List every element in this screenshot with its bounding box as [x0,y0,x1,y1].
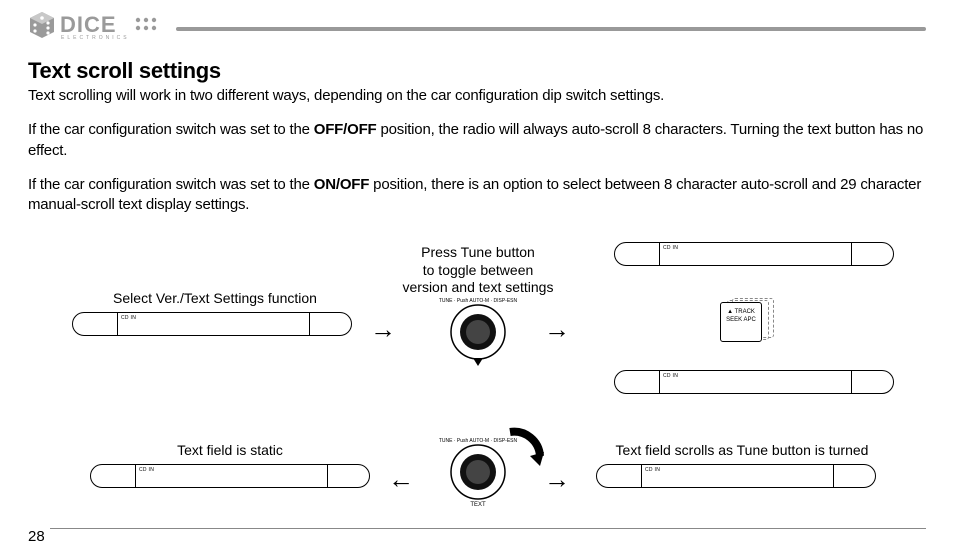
p3-a: If the car configuration switch was set … [28,176,314,193]
p2-a: If the car configuration switch was set … [28,121,314,138]
p3-bold: ON/OFF [314,176,369,193]
radio-display-mid-right: CD IN [614,370,894,394]
header-rule [176,27,926,31]
cdin-label: CD IN [139,467,154,473]
radio-display-1: CD IN [72,312,352,336]
cdin-label: CD IN [645,467,660,473]
caption-press-tune: Press Tune button to toggle between vers… [378,244,578,297]
radio-display-top-right: CD IN [614,242,894,266]
svg-text:ELECTRONICS: ELECTRONICS [61,35,130,41]
dice-logo: DICE ELECTRONICS [28,10,168,49]
arrow-icon: → [544,316,570,342]
radio-display-scroll: CD IN [596,464,876,488]
arrow-icon: → [370,316,396,342]
page-header: DICE ELECTRONICS [28,10,926,48]
offoff-paragraph: If the car configuration switch was set … [28,120,926,161]
radio-display-static: CD IN [90,464,370,488]
manual-page: DICE ELECTRONICS Text scroll settings Te… [0,0,954,557]
intro-paragraph: Text scrolling will work in two differen… [28,86,926,106]
arrow-icon: ← [388,466,414,492]
cdin-label: CD IN [121,315,136,321]
svg-text:DICE: DICE [60,12,117,37]
track-seek-button: ▲ TRACK SEEK APC [720,302,762,342]
caption-static: Text field is static [140,442,320,460]
page-number: 28 [28,528,45,545]
onoff-paragraph: If the car configuration switch was set … [28,175,926,216]
footer-rule [50,528,926,529]
knob-text-label: TEXT [428,502,528,508]
caption-scrolls: Text field scrolls as Tune button is tur… [582,442,902,460]
rotate-arrow-icon [500,426,550,481]
tune-knob-top [448,302,508,362]
cdin-label: CD IN [663,245,678,251]
arrow-icon: → [544,466,570,492]
cdin-label: CD IN [663,373,678,379]
diagram-area: Select Ver./Text Settings function CD IN… [0,238,954,528]
tune-knob-bottom [448,442,508,502]
p2-bold: OFF/OFF [314,121,377,138]
section-title: Text scroll settings [28,58,926,84]
caption-select-function: Select Ver./Text Settings function [90,290,340,308]
